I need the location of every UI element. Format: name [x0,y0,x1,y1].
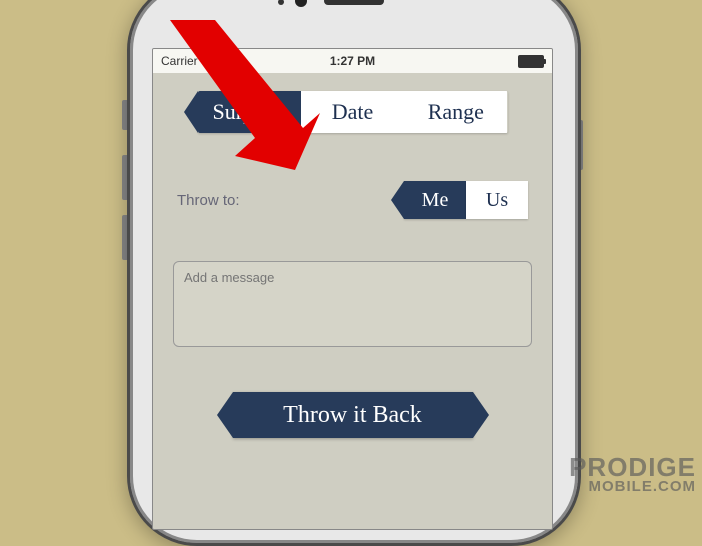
mode-date[interactable]: Date [301,91,404,133]
primary-button-label: Throw it Back [283,402,422,429]
watermark: PRODIGE MOBILE.COM [569,455,696,494]
segment-pointer-icon [184,91,198,133]
screen: Carrier 1:27 PM Surprise Date Range T [152,48,553,530]
phone-frame: Carrier 1:27 PM Surprise Date Range T [127,0,581,546]
watermark-line1: PRODIGE [569,455,696,480]
segment-pointer-icon [391,181,404,219]
mode-segment: Surprise Date Range [198,91,508,133]
battery-icon [518,55,544,68]
throw-it-back-button[interactable]: Throw it Back [233,392,473,438]
segment-label: Range [428,99,484,125]
throw-segment: Me Us [404,181,528,219]
throw-me[interactable]: Me [404,181,466,219]
status-bar: Carrier 1:27 PM [153,49,552,73]
front-camera-icon [295,0,307,7]
message-input[interactable] [173,261,532,347]
status-time: 1:27 PM [330,54,375,68]
sensor-icon [278,0,284,5]
carrier-label: Carrier [161,54,198,68]
earpiece-speaker [324,0,384,5]
wifi-icon [202,56,216,67]
mode-range[interactable]: Range [404,91,507,133]
throw-us[interactable]: Us [466,181,528,219]
segment-label: Us [486,189,508,212]
mode-surprise[interactable]: Surprise [198,91,301,133]
segment-label: Surprise [213,99,286,125]
segment-label: Me [422,189,449,212]
watermark-line2: MOBILE.COM [569,480,696,494]
segment-label: Date [332,99,374,125]
throw-to-label: Throw to: [177,192,240,209]
